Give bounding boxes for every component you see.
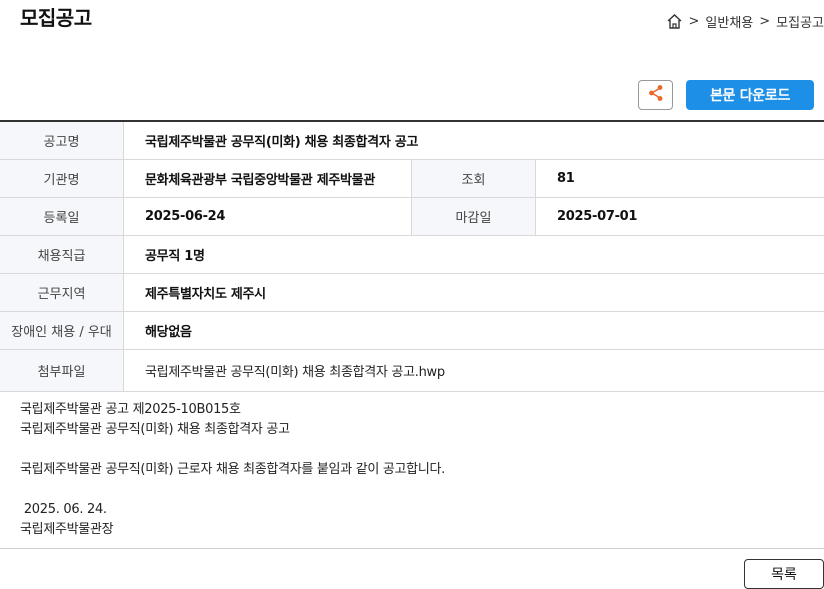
table-row: 채용직급 공무직 1명 — [0, 236, 824, 274]
agency-label: 기관명 — [0, 160, 124, 197]
region-value: 제주특별자치도 제주시 — [145, 287, 266, 302]
share-button[interactable] — [638, 80, 673, 110]
table-row: 장애인 채용 / 우대 해당없음 — [0, 312, 824, 350]
notice-title-label: 공고명 — [0, 122, 124, 159]
table-row: 첨부파일 국립제주박물관 공무직(미화) 채용 최종합격자 공고.hwp — [0, 350, 824, 392]
home-icon[interactable] — [666, 13, 683, 30]
table-row: 등록일 2025-06-24 마감일 2025-07-01 — [0, 198, 824, 236]
breadcrumb-separator: > — [688, 14, 700, 29]
table-row: 공고명 국립제주박물관 공무직(미화) 채용 최종합격자 공고 — [0, 122, 824, 160]
table-row: 근무지역 제주특별자치도 제주시 — [0, 274, 824, 312]
views-label: 조회 — [412, 160, 536, 197]
breadcrumb-separator: > — [759, 14, 771, 29]
list-button[interactable]: 목록 — [744, 559, 824, 589]
body-date: 2025. 06. 24. — [20, 502, 107, 517]
deadline-label: 마감일 — [412, 198, 536, 235]
body-line: 국립제주박물관 공무직(미화) 근로자 채용 최종합격자를 붙임과 같이 공고합… — [20, 462, 445, 477]
region-label: 근무지역 — [0, 274, 124, 311]
position-label: 채용직급 — [0, 236, 124, 273]
body-signer: 국립제주박물관장 — [20, 522, 114, 537]
notice-title-value: 국립제주박물관 공무직(미화) 채용 최종합격자 공고 — [145, 135, 419, 150]
divider — [0, 548, 824, 549]
deadline-value: 2025-07-01 — [557, 209, 638, 224]
download-body-button[interactable]: 본문 다운로드 — [686, 80, 814, 110]
disability-value: 해당없음 — [145, 325, 192, 340]
notice-info-table: 공고명 국립제주박물관 공무직(미화) 채용 최종합격자 공고 기관명 문화체육… — [0, 120, 824, 392]
notice-body: 국립제주박물관 공고 제2025-10B015호 국립제주박물관 공무직(미화)… — [20, 400, 445, 540]
views-value: 81 — [557, 171, 575, 186]
agency-value: 문화체육관광부 국립중앙박물관 제주박물관 — [124, 160, 412, 197]
disability-label: 장애인 채용 / 우대 — [0, 312, 124, 349]
breadcrumb-item-notices[interactable]: 모집공고 — [776, 12, 824, 31]
position-value: 공무직 1명 — [145, 249, 205, 264]
page-title: 모집공고 — [20, 6, 92, 30]
body-line: 국립제주박물관 공고 제2025-10B015호 — [20, 402, 241, 417]
breadcrumb: > 일반채용 > 모집공고 — [666, 12, 824, 31]
registered-date-value: 2025-06-24 — [124, 198, 412, 235]
body-line: 국립제주박물관 공무직(미화) 채용 최종합격자 공고 — [20, 422, 290, 437]
breadcrumb-item-general-hiring[interactable]: 일반채용 — [705, 12, 753, 31]
attachment-file-link[interactable]: 국립제주박물관 공무직(미화) 채용 최종합격자 공고.hwp — [124, 350, 824, 391]
attachment-label: 첨부파일 — [0, 350, 124, 391]
registered-date-label: 등록일 — [0, 198, 124, 235]
share-icon — [647, 84, 665, 106]
table-row: 기관명 문화체육관광부 국립중앙박물관 제주박물관 조회 81 — [0, 160, 824, 198]
